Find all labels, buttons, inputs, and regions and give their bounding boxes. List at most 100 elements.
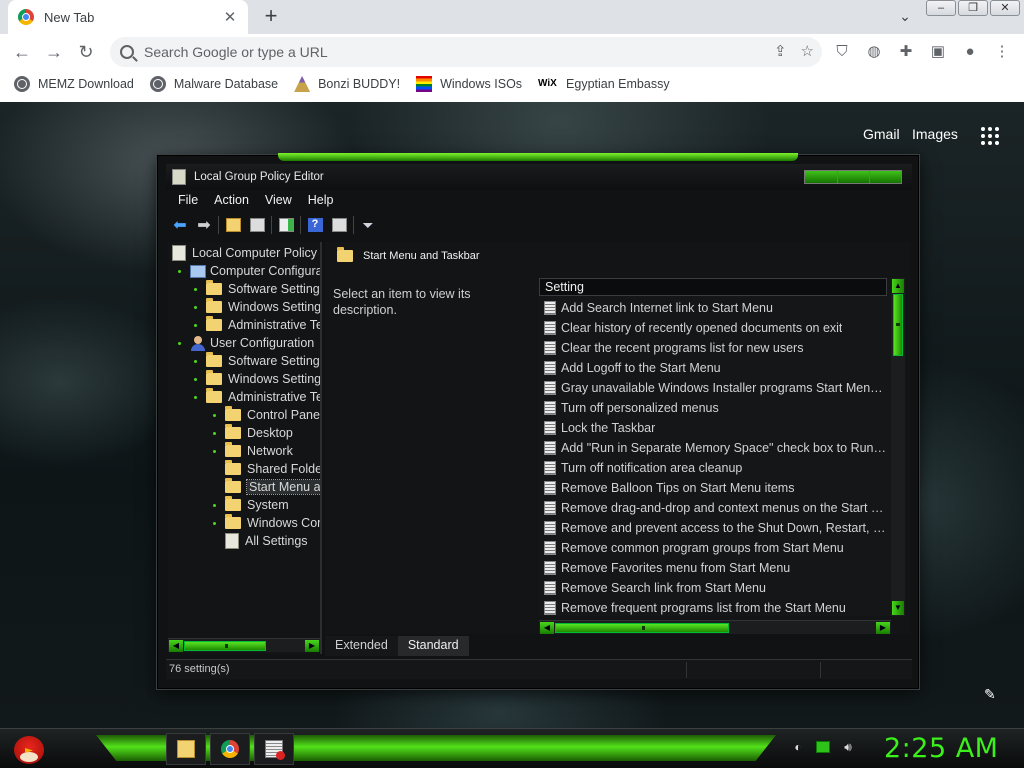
scroll-thumb[interactable] bbox=[893, 294, 903, 356]
settings-vertical-scrollbar[interactable]: ▲ ▼ bbox=[891, 278, 905, 616]
tree-node-local-computer-policy[interactable]: Local Computer Policy bbox=[172, 244, 317, 262]
show-hide-tree-icon[interactable] bbox=[247, 215, 267, 235]
expand-dot-icon[interactable] bbox=[194, 359, 197, 363]
menu-action[interactable]: Action bbox=[206, 191, 257, 211]
share-icon[interactable]: ⇪ bbox=[774, 42, 787, 60]
tree-node-user-windows-settings[interactable]: Windows Settings bbox=[194, 370, 320, 388]
tree-node-user-configuration[interactable]: User Configuration bbox=[178, 334, 314, 352]
minimize-button[interactable]: – bbox=[926, 0, 956, 16]
extensions-puzzle-icon[interactable]: ✚ bbox=[896, 42, 916, 62]
setting-row[interactable]: Add "Run in Separate Memory Space" check… bbox=[539, 438, 889, 458]
setting-row[interactable]: Gray unavailable Windows Installer progr… bbox=[539, 378, 889, 398]
tab-new-tab[interactable]: New Tab ✕ bbox=[8, 0, 248, 34]
expand-dot-icon[interactable] bbox=[194, 377, 197, 381]
google-apps-icon[interactable] bbox=[981, 127, 999, 145]
tree-node-system[interactable]: System bbox=[213, 496, 289, 514]
menu-view[interactable]: View bbox=[257, 191, 300, 211]
settings-horizontal-scrollbar[interactable]: ◀ ▶ bbox=[539, 620, 891, 634]
address-input[interactable] bbox=[144, 44, 822, 60]
forward-arrow-icon[interactable]: → bbox=[42, 40, 66, 64]
export-list-icon[interactable] bbox=[276, 215, 296, 235]
setting-row[interactable]: Turn off personalized menus bbox=[539, 398, 889, 418]
bookmark-malware-database[interactable]: Malware Database bbox=[149, 76, 278, 92]
back-arrow-icon[interactable]: ⬅ bbox=[170, 215, 190, 235]
profile-avatar-icon[interactable]: ● bbox=[960, 42, 980, 62]
scroll-down-icon[interactable]: ▼ bbox=[892, 601, 904, 615]
tree-node-windows-settings[interactable]: Windows Settings bbox=[194, 298, 320, 316]
expand-dot-icon[interactable] bbox=[194, 305, 197, 309]
setting-row[interactable]: Remove drag-and-drop and context menus o… bbox=[539, 498, 889, 518]
taskbar-file-explorer[interactable] bbox=[166, 733, 206, 765]
back-arrow-icon[interactable]: ← bbox=[10, 40, 34, 64]
setting-row[interactable]: Remove and prevent access to the Shut Do… bbox=[539, 518, 889, 538]
tree-node-start-menu-and-taskbar[interactable]: Start Menu and Taskbar bbox=[213, 478, 320, 496]
close-button[interactable] bbox=[869, 171, 901, 183]
scroll-thumb[interactable] bbox=[184, 641, 266, 651]
taskbar-clock[interactable]: 2:25 AM bbox=[884, 733, 998, 764]
expand-dot-icon[interactable] bbox=[213, 431, 216, 435]
tab-standard[interactable]: Standard bbox=[397, 636, 469, 656]
customize-pencil-icon[interactable]: ✎ bbox=[984, 686, 996, 703]
menu-help[interactable]: Help bbox=[300, 191, 342, 211]
start-button[interactable] bbox=[8, 730, 46, 768]
bookmark-star-icon[interactable]: ☆ bbox=[801, 42, 814, 60]
close-tab-icon[interactable]: ✕ bbox=[222, 8, 238, 26]
tree-node-control-panel[interactable]: Control Panel bbox=[213, 406, 320, 424]
menu-kebab-icon[interactable]: ⋮ bbox=[992, 42, 1012, 62]
scroll-thumb[interactable] bbox=[555, 623, 729, 633]
tree-node-administrative-templates[interactable]: Administrative Templates bbox=[194, 316, 320, 334]
scroll-left-icon[interactable]: ◀ bbox=[169, 640, 183, 652]
setting-row[interactable]: Add Search Internet link to Start Menu bbox=[539, 298, 889, 318]
tree-node-software-settings[interactable]: Software Settings bbox=[194, 280, 320, 298]
tab-extended[interactable]: Extended bbox=[325, 636, 398, 656]
images-link[interactable]: Images bbox=[912, 126, 958, 142]
bookmark-egyptian-embassy[interactable]: WiX Egyptian Embassy bbox=[538, 76, 670, 92]
setting-row[interactable]: Remove Favorites menu from Start Menu bbox=[539, 558, 889, 578]
setting-row[interactable]: Remove frequent programs list from the S… bbox=[539, 598, 889, 616]
taskbar-chrome[interactable] bbox=[210, 733, 250, 765]
new-tab-button[interactable]: + bbox=[258, 3, 284, 29]
bookmark-bonzi-buddy[interactable]: Bonzi BUDDY! bbox=[294, 76, 400, 92]
scroll-right-icon[interactable]: ▶ bbox=[876, 622, 890, 634]
taskbar-gpedit[interactable] bbox=[254, 733, 294, 765]
setting-row[interactable]: Lock the Taskbar bbox=[539, 418, 889, 438]
expand-dot-icon[interactable] bbox=[194, 395, 197, 399]
tray-overflow-icon[interactable]: ◐ bbox=[790, 739, 806, 755]
side-panel-icon[interactable]: ▣ bbox=[928, 42, 948, 62]
properties-icon[interactable] bbox=[329, 215, 349, 235]
setting-row[interactable]: Clear history of recently opened documen… bbox=[539, 318, 889, 338]
setting-row[interactable]: Remove Balloon Tips on Start Menu items bbox=[539, 478, 889, 498]
tab-search-chevron-down-icon[interactable]: ⌄ bbox=[895, 6, 915, 26]
expand-dot-icon[interactable] bbox=[194, 323, 197, 327]
volume-icon[interactable]: 🔊︎ bbox=[840, 739, 856, 755]
scroll-up-icon[interactable]: ▲ bbox=[892, 279, 904, 293]
reload-icon[interactable]: ↻ bbox=[74, 40, 98, 64]
window-titlebar[interactable]: Local Group Policy Editor bbox=[166, 164, 912, 190]
tree-node-computer-configuration[interactable]: Computer Configuration bbox=[178, 262, 320, 280]
up-folder-icon[interactable] bbox=[223, 215, 243, 235]
expand-dot-icon[interactable] bbox=[213, 503, 216, 507]
expand-dot-icon[interactable] bbox=[178, 269, 181, 273]
setting-row[interactable]: Turn off notification area cleanup bbox=[539, 458, 889, 478]
maximize-button[interactable] bbox=[837, 171, 869, 183]
expand-dot-icon[interactable] bbox=[213, 449, 216, 453]
close-window-button[interactable]: ✕ bbox=[990, 0, 1020, 16]
bookmark-windows-isos[interactable]: Windows ISOs bbox=[416, 76, 522, 92]
setting-row[interactable]: Remove Search link from Start Menu bbox=[539, 578, 889, 598]
bookmark-memz-download[interactable]: MEMZ Download bbox=[14, 76, 134, 92]
setting-row[interactable]: Remove common program groups from Start … bbox=[539, 538, 889, 558]
maximize-button[interactable]: ❐ bbox=[958, 0, 988, 16]
setting-row[interactable]: Clear the recent programs list for new u… bbox=[539, 338, 889, 358]
gmail-link[interactable]: Gmail bbox=[863, 126, 900, 142]
forward-arrow-icon[interactable]: ➡ bbox=[194, 215, 214, 235]
filter-icon[interactable]: ⏷ bbox=[358, 215, 378, 235]
tree-node-shared-folders[interactable]: Shared Folders bbox=[213, 460, 320, 478]
tree-horizontal-scrollbar[interactable]: ◀ ▶ bbox=[168, 638, 320, 652]
tree-node-windows-components[interactable]: Windows Components bbox=[213, 514, 320, 532]
ublock-extension-icon[interactable]: ⛉ bbox=[832, 42, 852, 62]
tree-node-user-software-settings[interactable]: Software Settings bbox=[194, 352, 320, 370]
column-header-setting[interactable]: Setting bbox=[539, 278, 887, 296]
minimize-button[interactable] bbox=[805, 171, 837, 183]
expand-dot-icon[interactable] bbox=[213, 521, 216, 525]
tree-node-all-settings[interactable]: All Settings bbox=[213, 532, 308, 550]
